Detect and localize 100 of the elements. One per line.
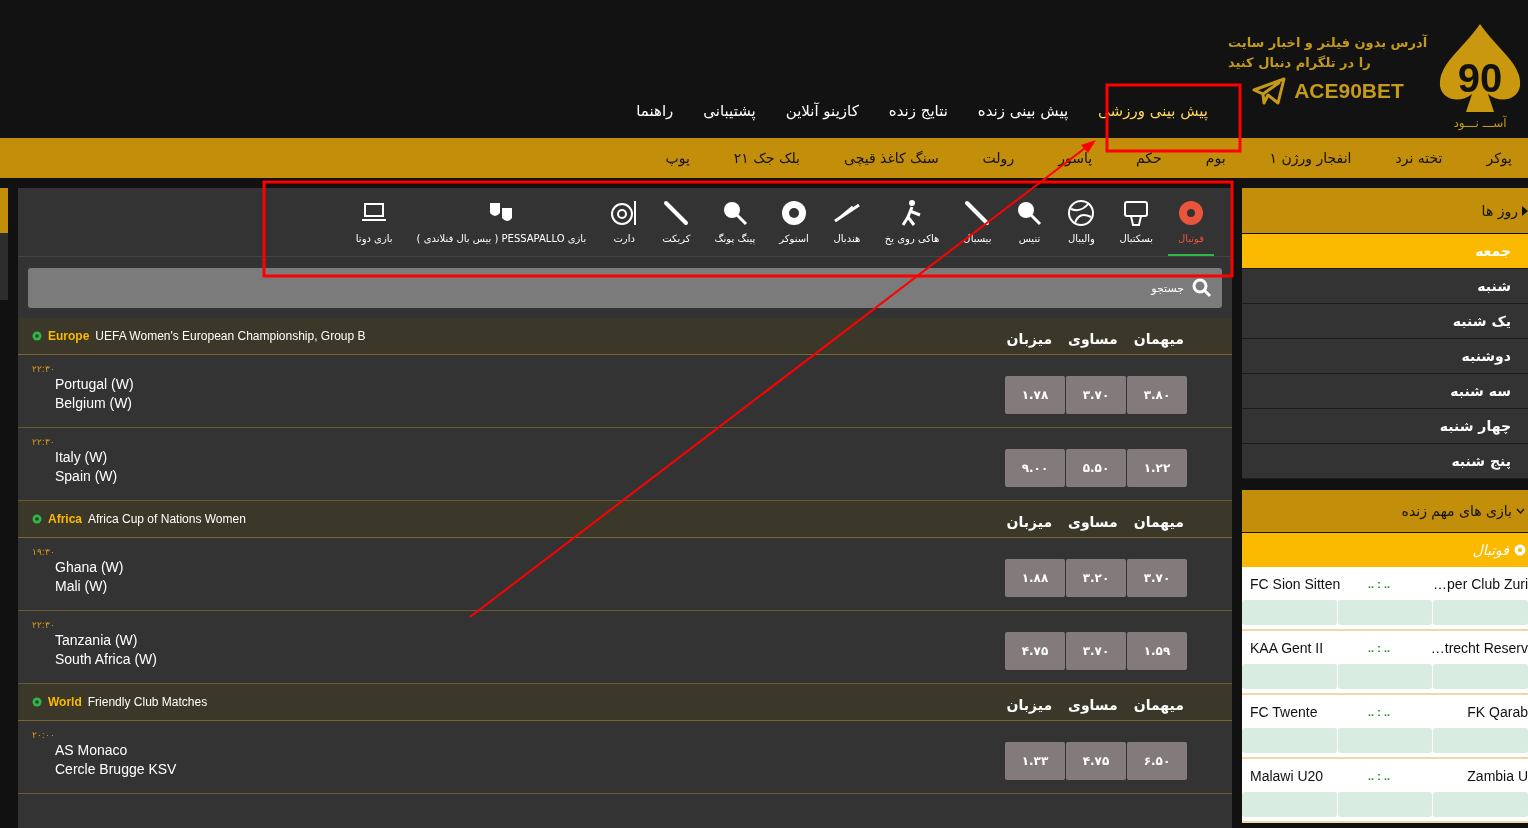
league-region: Europe [48,329,90,343]
sport-tab[interactable]: بسکتبال [1110,188,1162,256]
target-disc-icon [780,198,809,227]
sport-tab[interactable]: پینگ پونگ [705,188,765,256]
column-header: میزبان [1006,514,1053,530]
odds-button[interactable] [1433,792,1528,817]
odds-button[interactable] [1242,728,1337,753]
odds-button[interactable] [1433,728,1528,753]
column-header: مساوی [1068,331,1118,347]
team-name: FC Twente [1250,703,1319,720]
odds-button[interactable]: ۱.۳۳ [1005,742,1065,780]
day-item[interactable]: پنج شنبه [1242,444,1528,479]
odds-button[interactable]: ۵.۵۰ [1066,449,1126,487]
odds-button[interactable] [1337,792,1433,817]
odds-button[interactable] [1242,664,1337,689]
sport-tab[interactable]: بازی PESSAPALLO ( بیس بال فنلاندی ) [407,188,596,256]
column-header: مساوی [1068,514,1118,530]
match-score: .. : .. [1368,769,1391,782]
league-name: Africa Cup of Nations Women [88,512,246,526]
sport-tab[interactable]: تنیس [1006,188,1053,256]
game-link[interactable]: رولت [982,150,1015,166]
odds-button[interactable]: ۳.۲۰ [1066,559,1126,597]
game-link[interactable]: پوپ [665,150,690,166]
odds-button[interactable] [1433,664,1528,689]
team-name: South Africa (W) [54,650,157,669]
odds-button[interactable]: ۴.۷۵ [1005,632,1065,670]
team-name: Cercle Brugge KSV [54,760,177,779]
match-time: ۲۲:۳۰ [32,363,56,375]
logo-text: آســـ نـــود [1453,116,1507,130]
team-name: Ghana (W) [54,558,124,577]
odds-button[interactable]: ۳.۷۰ [1127,559,1187,597]
team-name: Spain (W) [54,467,118,486]
sport-tab[interactable]: هاکی روی یخ [875,188,949,256]
day-item[interactable]: سه شنبه [1242,374,1528,409]
odds-button[interactable]: ۱.۷۸ [1005,376,1065,414]
nav-link[interactable]: پشتیبانی [703,102,756,120]
soccer-ball-icon [32,331,42,341]
nav-link[interactable]: راهنما [636,102,674,120]
slogan-text: آدرس بدون فیلتر و اخبار سایت را در تلگرام دنبال کنید [1228,33,1428,73]
column-header: میهمان [1133,331,1184,347]
day-item[interactable]: چهار شنبه [1242,409,1528,444]
game-link[interactable]: سنگ کاغذ قیچی [844,150,939,166]
team-name: KAA Gent II [1250,639,1325,656]
odds-button[interactable] [1242,792,1337,817]
day-item[interactable]: دوشنبه [1242,339,1528,374]
column-header: میزبان [1006,331,1053,347]
nav-link[interactable]: پیش بینی زنده [977,102,1069,120]
live-title: بازی های مهم زنده [1401,503,1512,519]
team-name: Tanzania (W) [54,631,139,650]
day-item[interactable]: یک شنبه [1242,304,1528,339]
team-name: FC Sion Sitten [1250,575,1342,592]
odds-button[interactable]: ۹.۰۰ [1005,449,1065,487]
column-header: مساوی [1068,697,1118,713]
odds-button[interactable]: ۳.۷۰ [1066,632,1126,670]
team-name: Malawi U20 [1250,767,1325,784]
match-time: ۲۰:۰۰ [32,729,56,741]
league-name: Friendly Club Matches [87,695,208,709]
odds-button[interactable]: ۳.۸۰ [1127,376,1187,414]
dartboard-icon [610,198,639,227]
game-link[interactable]: پوکر [1486,150,1512,166]
nav-link[interactable]: کازینو آنلاین [785,102,859,120]
game-link[interactable]: انفجار ورژن ۱ [1269,150,1352,166]
sport-tab[interactable]: دارت [601,188,648,256]
league-name: UEFA Women's European Championship, Group B [95,329,366,343]
sport-tab[interactable]: والیبال [1058,188,1105,256]
odds-button[interactable]: ۱.۵۹ [1127,632,1187,670]
soccer-ball-icon [32,514,42,524]
soccer-ball-icon [1177,198,1205,227]
league-region: Africa [48,512,82,526]
game-link[interactable]: بلک جک ۲۱ [733,150,800,166]
sport-tab[interactable]: کریکت [653,188,700,256]
soccer-ball-icon [32,697,42,707]
sport-tab[interactable]: اسنوکر [770,188,818,256]
odds-button[interactable] [1337,728,1433,753]
team-name: Mali (W) [54,577,109,596]
column-header: میزبان [1006,697,1053,713]
sport-tab[interactable]: هندبال [823,188,870,256]
odds-button[interactable] [1337,600,1433,625]
game-link[interactable]: حکم [1136,150,1162,166]
odds-button[interactable]: ۱.۸۸ [1005,559,1065,597]
sport-tab[interactable]: بازی دوتا [346,188,402,256]
backboard-icon [1122,198,1151,227]
game-link[interactable]: بوم [1205,150,1226,166]
odds-button[interactable]: ۶.۵۰ [1127,742,1187,780]
odds-button[interactable] [1337,664,1433,689]
odds-button[interactable] [1242,600,1337,625]
sport-tab[interactable]: فوتبال [1168,188,1214,256]
game-link[interactable]: تخته نرد [1395,150,1443,166]
odds-button[interactable] [1433,600,1528,625]
chevron-icon [1516,508,1525,514]
match-time: ۱۹:۳۰ [32,546,56,558]
odds-button[interactable]: ۴.۷۵ [1066,742,1126,780]
odds-button[interactable]: ۳.۷۰ [1066,376,1126,414]
nav-link[interactable]: نتایج زنده [888,102,948,120]
match-time: ۲۲:۳۰ [32,619,56,631]
team-name: …trecht Reserv [1429,639,1528,656]
odds-button[interactable]: ۱.۲۲ [1127,449,1187,487]
search-field[interactable]: جستجو [28,268,1222,308]
day-item[interactable]: شنبه [1242,269,1528,304]
volleyball-icon [1067,198,1096,227]
